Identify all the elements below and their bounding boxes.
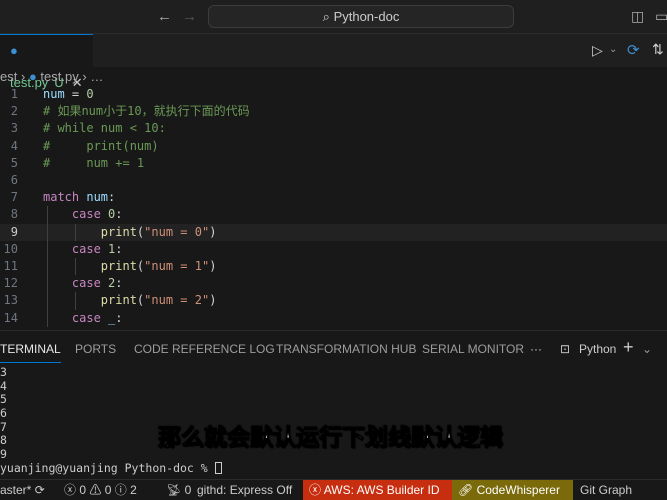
- python-file-icon: ●: [10, 43, 18, 58]
- sync-icon: ⟳: [34, 483, 45, 497]
- code-text: # 如果num小于10，就执行下面的代码: [43, 104, 250, 119]
- editor-tabs: ● test.py U ✕ ▷ ⌄ ⟳ ⇅: [0, 34, 667, 90]
- error-icon: ⓧ: [64, 483, 77, 497]
- panel-tabs: TERMINAL PORTS CODE REFERENCE LOG TRANSF…: [0, 330, 667, 365]
- tab-serial-monitor[interactable]: SERIAL MONITOR: [422, 342, 524, 356]
- breadcrumb-more[interactable]: …: [90, 69, 103, 84]
- indent-guide: [75, 223, 76, 241]
- code-text: print("num = 2"): [100, 293, 217, 308]
- toggle-panel-icon[interactable]: ▭: [655, 8, 667, 25]
- code-text: case 0:: [71, 207, 123, 222]
- line-number: 7: [10, 190, 18, 205]
- indent-guide: [47, 206, 48, 327]
- breadcrumb: est › ● test.py › …: [0, 67, 103, 87]
- branch-item[interactable]: aster* ⟳: [0, 480, 51, 500]
- terminal-line: 3: [0, 365, 7, 379]
- code-line[interactable]: 11 print("num = 1"): [0, 258, 667, 275]
- code-line[interactable]: 7 match num:: [0, 189, 667, 206]
- line-number: 12: [3, 276, 18, 291]
- more-icon[interactable]: ···: [530, 342, 542, 356]
- tab-test-py[interactable]: ● test.py U ✕: [0, 34, 93, 90]
- code-line[interactable]: 13 print("num = 2"): [0, 292, 667, 309]
- terminal-cursor: [214, 462, 222, 475]
- sync-icon[interactable]: ⟳: [627, 41, 640, 59]
- aws-item[interactable]: ⓧ AWS: AWS Builder ID: [303, 480, 452, 500]
- line-number: 6: [10, 173, 18, 187]
- line-number: 13: [3, 293, 18, 308]
- toggle-sidebar-icon[interactable]: ◫: [631, 8, 644, 25]
- breadcrumb-separator: ›: [82, 69, 87, 84]
- code-text: # print(num): [43, 138, 159, 153]
- line-number: 2: [10, 104, 18, 119]
- code-text: case 1:: [71, 241, 123, 256]
- code-line[interactable]: 12 case 2:: [0, 275, 667, 292]
- breadcrumb-folder[interactable]: est: [0, 69, 17, 84]
- terminal-selector[interactable]: Python: [579, 342, 616, 356]
- code-line[interactable]: 10 case 1:: [0, 241, 667, 258]
- arrow-right-icon[interactable]: →: [182, 8, 197, 25]
- line-number: 8: [10, 207, 18, 222]
- line-number: 11: [3, 259, 18, 273]
- error-icon: ⓧ: [309, 483, 322, 497]
- python-file-icon: ●: [28, 69, 37, 84]
- problems-item[interactable]: ⓧ 0 ⚠ 0 ⓘ 2: [58, 480, 143, 500]
- code-line[interactable]: 1 num = 0: [0, 86, 667, 103]
- breadcrumb-file[interactable]: test.py: [40, 69, 78, 84]
- search-icon: ⌕: [322, 9, 334, 24]
- githd-item[interactable]: githd: Express Off: [191, 480, 298, 500]
- add-terminal-icon[interactable]: +: [623, 337, 634, 358]
- broadcast-icon: 📡︎: [166, 483, 182, 497]
- code-line[interactable]: 8 case 0:: [0, 206, 667, 223]
- status-bar: aster* ⟳ ⓧ 0 ⚠ 0 ⓘ 2 📡︎ 0 githd: Express…: [0, 479, 667, 500]
- code-line[interactable]: 6: [0, 172, 667, 189]
- title-bar: ← → ⌕ Python-doc ◫ ▭: [0, 0, 667, 34]
- chevron-down-icon[interactable]: ⌄: [609, 44, 617, 55]
- terminal-line: 4: [0, 378, 7, 393]
- line-number: 10: [3, 241, 18, 256]
- warning-icon: ⚠: [89, 483, 102, 497]
- terminal-icon: ⊡: [560, 342, 571, 356]
- codewhisperer-item[interactable]: 🔗︎ CodeWhisperer: [452, 480, 573, 500]
- video-subtitle: 那么就会默认运行下划线默认逻辑: [158, 424, 504, 451]
- breadcrumb-separator: ›: [20, 69, 26, 84]
- terminal-line: 5: [0, 392, 7, 407]
- run-icon[interactable]: ▷: [592, 42, 603, 59]
- tab-terminal[interactable]: TERMINAL: [0, 342, 61, 363]
- code-editor[interactable]: 1 num = 0 2 # 如果num小于10，就执行下面的代码 3 # while nu…: [0, 86, 667, 330]
- line-number: 9: [10, 224, 18, 239]
- code-text: num = 0: [43, 87, 94, 101]
- line-number: 4: [10, 138, 18, 153]
- link-icon: 🔗︎: [458, 483, 474, 497]
- tab-code-reference-log[interactable]: CODE REFERENCE LOG: [134, 342, 275, 356]
- indent-guide: [75, 292, 76, 310]
- code-line[interactable]: 4 # print(num): [0, 138, 667, 155]
- code-text: # num += 1: [43, 155, 145, 170]
- tab-transformation-hub[interactable]: TRANSFORMATION HUB: [276, 342, 416, 356]
- line-number: 14: [3, 310, 18, 325]
- line-number: 1: [10, 87, 18, 101]
- code-line[interactable]: 9 print("num = 0"): [0, 223, 667, 241]
- code-line[interactable]: 14 case _:: [0, 310, 667, 327]
- line-number: 5: [10, 155, 18, 170]
- arrow-left-icon[interactable]: ←: [157, 8, 172, 25]
- git-graph-item[interactable]: Git Graph: [574, 480, 638, 500]
- code-text: print("num = 0"): [100, 224, 217, 239]
- info-icon: ⓘ: [114, 483, 127, 497]
- code-line[interactable]: 5 # num += 1: [0, 155, 667, 172]
- code-text: print("num = 1"): [100, 259, 217, 273]
- compare-icon[interactable]: ⇅: [652, 41, 664, 58]
- command-center-search[interactable]: ⌕ Python-doc: [208, 5, 514, 28]
- indent-guide: [75, 258, 76, 276]
- line-number: 3: [10, 121, 18, 136]
- code-text: case _:: [71, 310, 123, 325]
- code-text: # while num < 10:: [43, 121, 166, 136]
- code-text: case 2:: [71, 276, 123, 291]
- terminal-prompt[interactable]: yuanjing@yuanjing Python-doc %: [0, 461, 222, 476]
- tab-ports[interactable]: PORTS: [75, 342, 116, 356]
- code-line[interactable]: 3 # while num < 10:: [0, 120, 667, 137]
- code-line[interactable]: 2 # 如果num小于10，就执行下面的代码: [0, 103, 667, 120]
- chevron-down-icon[interactable]: ⌄: [642, 342, 652, 356]
- code-text: match num:: [43, 190, 116, 205]
